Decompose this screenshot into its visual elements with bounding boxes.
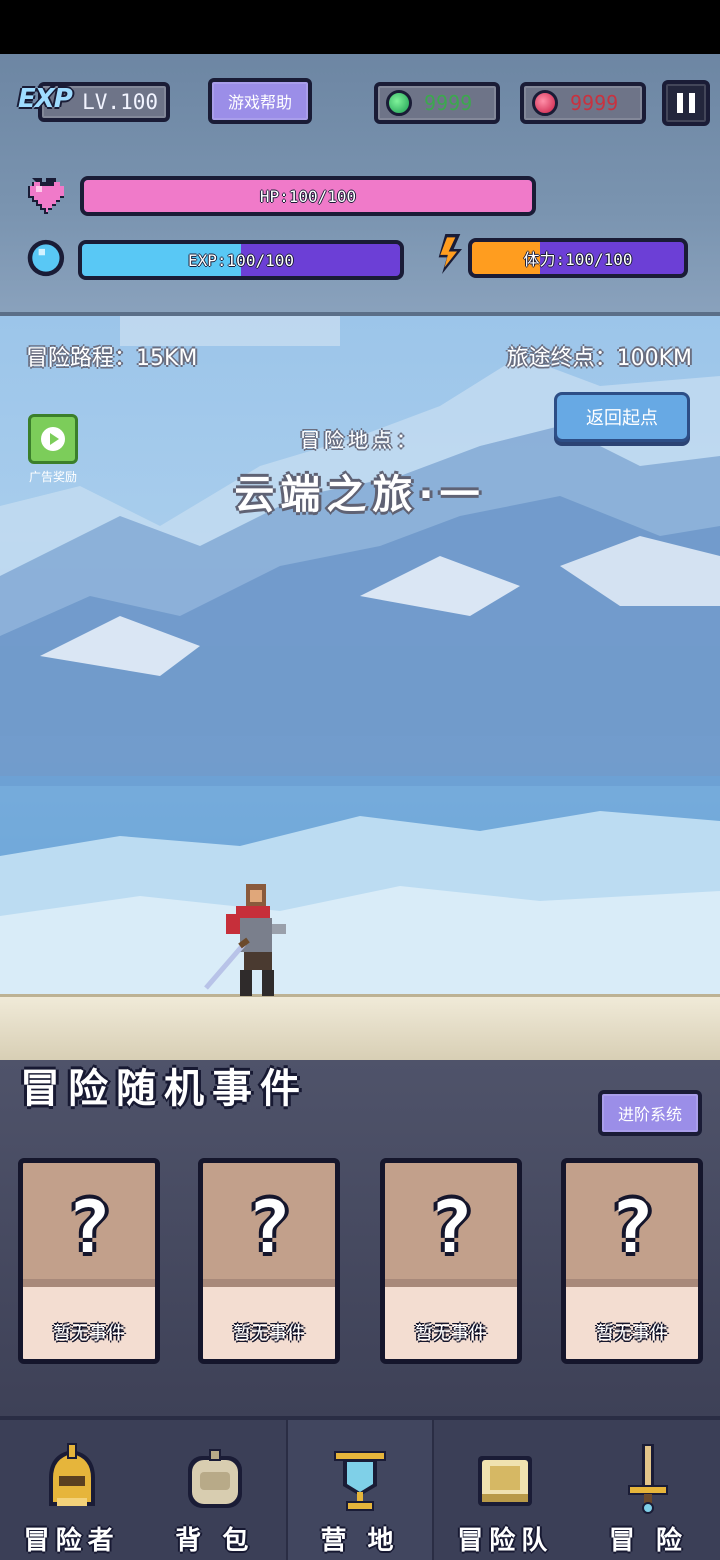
journey-end-distance: 旅途终点：100KM xyxy=(506,346,692,371)
card-stripe xyxy=(385,1287,517,1297)
red-currency-display: 9999 xyxy=(520,82,646,124)
exp-bar-label: EXP:100/100 xyxy=(188,250,294,270)
question-mark-icon: ? xyxy=(67,1185,111,1269)
stamina-bar-label: 体力:100/100 xyxy=(523,250,633,269)
distance-traveled: 冒险路程：15KM xyxy=(26,346,198,371)
event-card-text: 暂无事件 xyxy=(233,1323,305,1344)
question-mark-icon: ? xyxy=(247,1185,291,1269)
nav-item-adventure[interactable]: 冒 险 xyxy=(577,1420,720,1560)
exp-logo: EXP xyxy=(18,84,73,114)
hp-bar: HP:100/100 xyxy=(80,176,536,216)
exp-bar: EXP:100/100 xyxy=(78,240,404,280)
helmet-icon xyxy=(48,1443,95,1506)
nav-label: 冒险队 xyxy=(457,1526,554,1556)
question-mark-icon: ? xyxy=(429,1185,473,1269)
event-card[interactable]: ? 暂无事件 xyxy=(18,1158,160,1364)
green-currency-value: 9999 xyxy=(424,91,473,115)
advanced-system-button[interactable]: 进阶系统 xyxy=(598,1090,702,1136)
event-card-text: 暂无事件 xyxy=(415,1323,487,1344)
cloud-ground xyxy=(0,994,720,1060)
event-card-text: 暂无事件 xyxy=(53,1323,125,1344)
stamina-bar: 体力:100/100 xyxy=(468,238,688,278)
card-stripe xyxy=(203,1287,335,1297)
nav-label: 冒 险 xyxy=(608,1526,688,1556)
red-gem-icon xyxy=(532,90,558,116)
camp-banner-icon xyxy=(334,1451,386,1511)
level-text: LV.100 xyxy=(82,90,158,114)
backpack-icon xyxy=(187,1449,242,1508)
card-stripe xyxy=(23,1287,155,1297)
pause-button[interactable] xyxy=(662,80,710,126)
event-card-text: 暂无事件 xyxy=(596,1323,668,1344)
nav-label: 背 包 xyxy=(175,1526,255,1556)
sword-icon xyxy=(628,1444,669,1514)
nav-item-guild[interactable]: 冒险队 xyxy=(434,1420,577,1560)
event-card[interactable]: ? 暂无事件 xyxy=(561,1158,703,1364)
exp-orb-icon xyxy=(27,239,65,277)
nav-label: 冒险者 xyxy=(23,1526,120,1556)
pause-icon-bar xyxy=(677,93,683,113)
game-help-button[interactable]: 游戏帮助 xyxy=(208,78,312,124)
green-gem-icon xyxy=(386,90,412,116)
nav-item-backpack[interactable]: 背 包 xyxy=(143,1420,286,1560)
location-label: 冒险地点： xyxy=(300,428,420,452)
hero-character xyxy=(204,884,286,996)
card-stripe xyxy=(566,1287,698,1297)
guild-book-icon xyxy=(478,1456,533,1506)
location-name: 云端之旅·一 xyxy=(234,472,486,518)
red-currency-value: 9999 xyxy=(570,91,619,115)
hp-bar-label: HP:100/100 xyxy=(259,186,357,206)
status-bar-area xyxy=(0,0,720,54)
heart-icon xyxy=(28,178,64,214)
nav-item-camp[interactable]: 营 地 xyxy=(286,1420,434,1560)
lightning-icon xyxy=(438,234,462,274)
event-card[interactable]: ? 暂无事件 xyxy=(380,1158,522,1364)
nav-label: 营 地 xyxy=(320,1526,400,1556)
green-currency-display: 9999 xyxy=(374,82,500,124)
nav-item-adventurer[interactable]: 冒险者 xyxy=(0,1420,143,1560)
pause-icon-bar xyxy=(689,93,695,113)
bottom-nav: 冒险者 背 包 营 地 冒险队 冒 险 xyxy=(0,1416,720,1560)
question-mark-icon: ? xyxy=(610,1185,654,1269)
event-card[interactable]: ? 暂无事件 xyxy=(198,1158,340,1364)
event-panel-title: 冒险随机事件 xyxy=(20,1066,308,1112)
